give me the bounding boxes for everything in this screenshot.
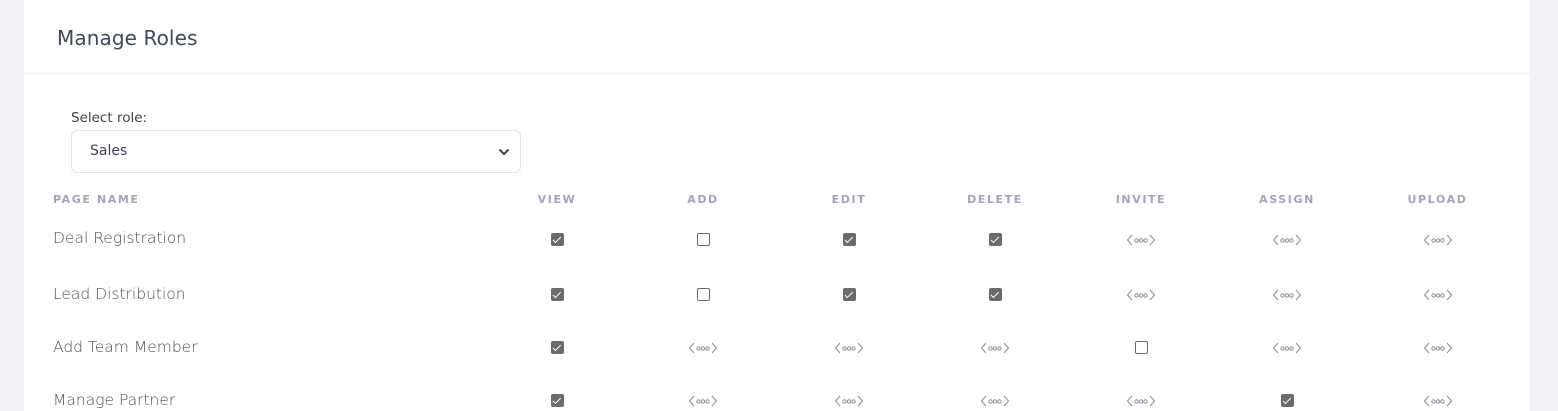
column-header-invite: INVITE — [1115, 192, 1167, 206]
code-dots-icon — [1272, 234, 1302, 245]
invite-checkbox[interactable] — [1134, 341, 1148, 354]
page-title: Manage Roles — [57, 26, 198, 50]
permission-cell-assign — [1214, 320, 1360, 373]
permission-cell-add — [630, 373, 776, 411]
card-header: Manage Roles — [24, 0, 1530, 74]
code-dots-icon — [1423, 289, 1452, 300]
permission-cell-add — [630, 320, 776, 373]
permission-cell-add — [630, 267, 776, 320]
add-checkbox[interactable] — [696, 288, 710, 301]
delete-checkbox[interactable] — [988, 233, 1002, 246]
column-header-assign: ASSIGN — [1259, 192, 1315, 206]
view-checkbox[interactable] — [550, 341, 564, 354]
table-row: Lead Distribution — [53, 267, 1515, 320]
permission-cell-invite — [1068, 320, 1214, 373]
permission-cell-upload — [1360, 373, 1515, 411]
role-select-value: Sales — [90, 143, 128, 159]
assign-checkbox[interactable] — [1280, 394, 1294, 407]
code-dots-icon — [688, 395, 718, 406]
code-dots-icon — [1272, 342, 1302, 353]
permission-cell-edit — [776, 373, 922, 411]
code-dots-icon — [1126, 289, 1156, 300]
permission-cell-invite — [1068, 218, 1214, 267]
table-row: Add Team Member — [53, 320, 1515, 373]
permission-cell-delete — [922, 320, 1068, 373]
permission-cell-view — [484, 267, 630, 320]
code-dots-icon — [980, 395, 1010, 406]
code-dots-icon — [834, 342, 864, 353]
code-dots-icon — [1126, 234, 1156, 245]
permission-cell-delete — [922, 218, 1068, 267]
permission-cell-view — [484, 373, 630, 411]
page-name-cell: Add Team Member — [53, 337, 198, 356]
edit-checkbox[interactable] — [842, 288, 856, 301]
code-dots-icon — [1423, 234, 1452, 245]
manage-roles-card: Manage Roles Select role: Sales PAGE NAM… — [24, 0, 1530, 411]
column-header-view: VIEW — [537, 192, 577, 206]
code-dots-icon — [1126, 395, 1156, 406]
view-checkbox[interactable] — [550, 394, 564, 407]
page-name-cell: Lead Distribution — [53, 284, 186, 303]
page-name-cell: Manage Partner — [53, 390, 176, 409]
code-dots-icon — [1272, 289, 1302, 300]
permissions-table: PAGE NAME VIEW ADD EDIT DELETE INVITE AS… — [53, 180, 1515, 411]
permission-cell-view — [484, 320, 630, 373]
permission-cell-assign — [1214, 267, 1360, 320]
select-role-label: Select role: — [71, 110, 148, 126]
code-dots-icon — [834, 395, 864, 406]
add-checkbox[interactable] — [696, 233, 710, 246]
table-header-row: PAGE NAME VIEW ADD EDIT DELETE INVITE AS… — [53, 180, 1515, 218]
chevron-down-icon — [499, 149, 509, 155]
permission-cell-invite — [1068, 267, 1214, 320]
code-dots-icon — [1423, 395, 1452, 406]
view-checkbox[interactable] — [550, 233, 564, 246]
permission-cell-delete — [922, 267, 1068, 320]
view-checkbox[interactable] — [550, 288, 564, 301]
permission-cell-edit — [776, 267, 922, 320]
permission-cell-edit — [776, 320, 922, 373]
code-dots-icon — [1423, 342, 1452, 353]
delete-checkbox[interactable] — [988, 288, 1002, 301]
permission-cell-assign — [1214, 218, 1360, 267]
permission-cell-edit — [776, 218, 922, 267]
column-header-edit: EDIT — [831, 192, 867, 206]
permission-cell-assign — [1214, 373, 1360, 411]
permission-cell-upload — [1360, 320, 1515, 373]
column-header-delete: DELETE — [967, 192, 1023, 206]
code-dots-icon — [688, 342, 718, 353]
table-row: Deal Registration — [53, 218, 1515, 267]
permission-cell-view — [484, 218, 630, 267]
permission-cell-invite — [1068, 373, 1214, 411]
code-dots-icon — [980, 342, 1010, 353]
column-header-page-name: PAGE NAME — [53, 192, 140, 206]
column-header-add: ADD — [687, 192, 719, 206]
permission-cell-upload — [1360, 218, 1515, 267]
permission-cell-delete — [922, 373, 1068, 411]
role-select[interactable]: Sales — [71, 130, 521, 173]
column-header-upload: UPLOAD — [1407, 192, 1468, 206]
permission-cell-upload — [1360, 267, 1515, 320]
table-row: Manage Partner — [53, 373, 1515, 411]
edit-checkbox[interactable] — [842, 233, 856, 246]
page-name-cell: Deal Registration — [53, 229, 187, 247]
permission-cell-add — [630, 218, 776, 267]
